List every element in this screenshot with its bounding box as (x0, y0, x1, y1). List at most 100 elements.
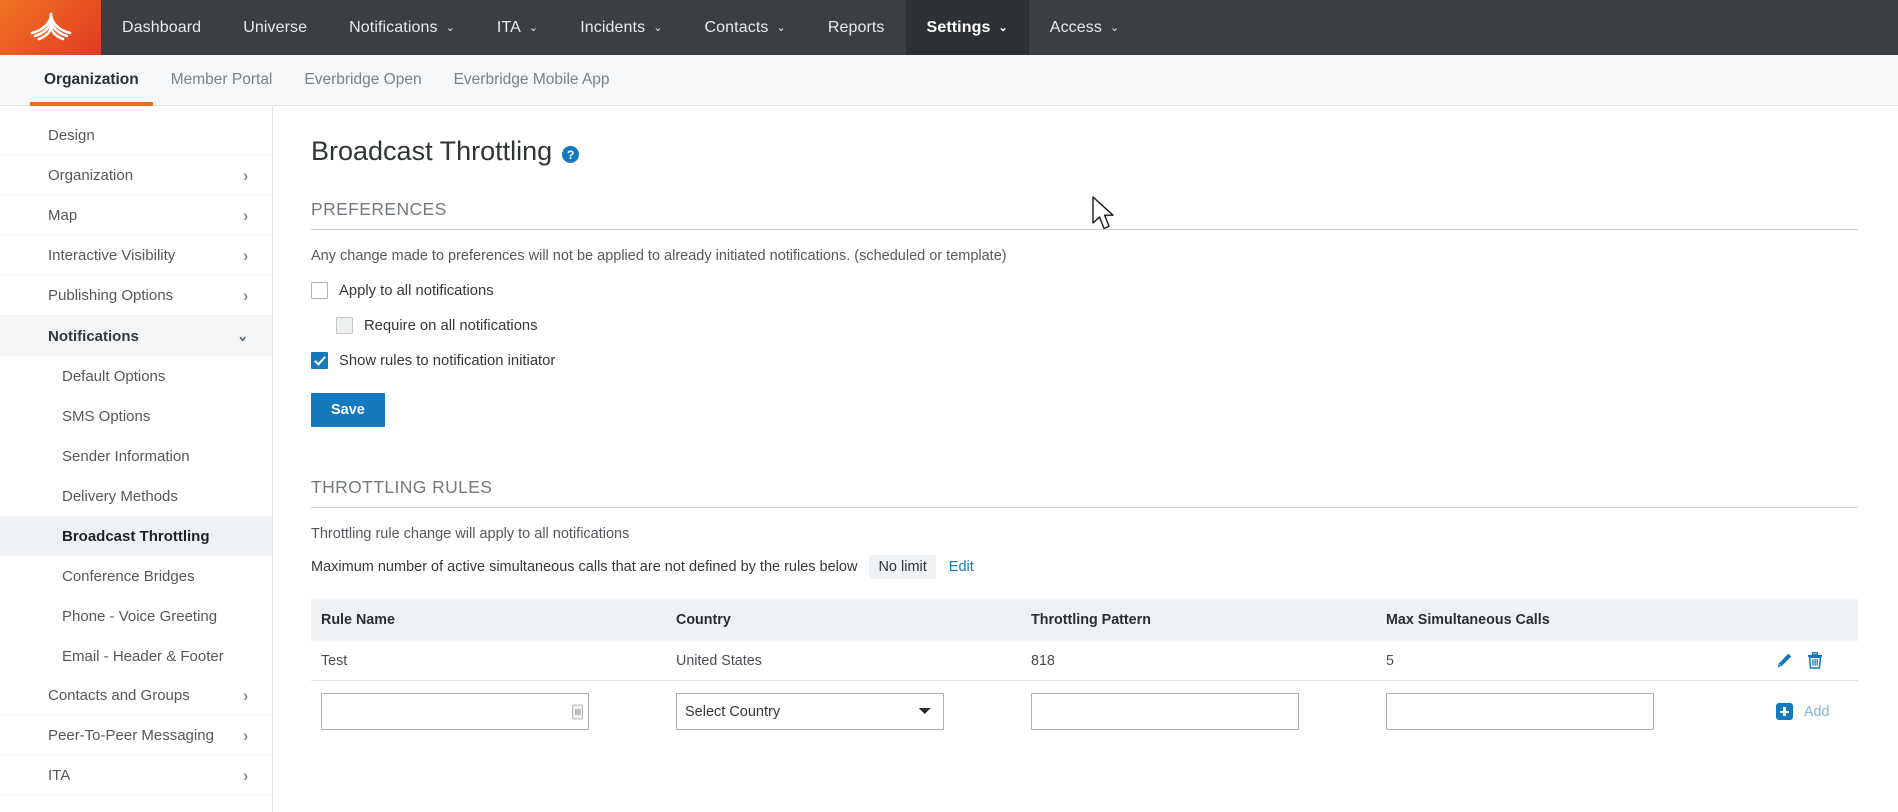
page-title: Broadcast Throttling ? (311, 136, 1858, 167)
nav-item-label: Reports (827, 18, 885, 36)
help-icon[interactable]: ? (562, 146, 580, 163)
sidebar-item-conference-bridges[interactable]: Conference Bridges (0, 556, 272, 596)
sidebar-item-design[interactable]: Design (0, 116, 272, 156)
preferences-checkbox-group: Apply to all notifications Require on all… (311, 282, 1858, 369)
sidebar-item-delivery-methods[interactable]: Delivery Methods (0, 476, 272, 516)
column-header: Rule Name (311, 599, 666, 641)
max-calls-label: Maximum number of active simultaneous ca… (311, 559, 858, 575)
sidebar-item-publishing-options[interactable]: Publishing Options › (0, 276, 272, 316)
sidebar-item-label: Delivery Methods (62, 487, 178, 505)
chevron-right-icon: › (243, 286, 248, 305)
nav-item-label: Contacts (704, 18, 769, 36)
sidebar-item-contacts-and-groups[interactable]: Contacts and Groups › (0, 676, 272, 716)
nav-item-label: Notifications (349, 18, 438, 36)
nav-item-settings[interactable]: Settings ⌄ (905, 0, 1029, 55)
sidebar-item-organization[interactable]: Organization › (0, 156, 272, 196)
sidebar-item-label: Map (48, 207, 78, 224)
sidebar-item-label: Broadcast Throttling (62, 527, 210, 545)
nav-item-dashboard[interactable]: Dashboard (101, 0, 222, 55)
checkbox-require-on-all-notifications[interactable] (336, 317, 353, 334)
sidebar-item-label: Organization (48, 167, 134, 184)
cell-new-country: Select CountryUnited States (666, 681, 1021, 743)
rule-name-input-wrapper (321, 693, 589, 730)
preferences-section-heading: PREFERENCES (311, 199, 1858, 230)
settings-sidebar: Design Organization › Map › Interactive Visib… (0, 106, 273, 812)
cell-pattern: 818 (1021, 641, 1376, 681)
nav-item-ita[interactable]: ITA ⌄ (476, 0, 559, 55)
edit-max-calls-link[interactable]: Edit (949, 559, 974, 575)
max-calls-value: No limit (869, 555, 936, 579)
chevron-right-icon: › (243, 726, 248, 745)
preferences-hint: Any change made to preferences will not … (311, 248, 1007, 264)
sidebar-item-label: Publishing Options (48, 287, 174, 304)
throttling-pattern-input[interactable] (1031, 693, 1299, 730)
sidebar-item-interactive-visibility[interactable]: Interactive Visibility › (0, 236, 272, 276)
nav-item-contacts[interactable]: Contacts ⌄ (684, 0, 807, 55)
sidebar-item-sender-information[interactable]: Sender Information (0, 436, 272, 476)
country-select[interactable]: Select CountryUnited States (676, 693, 944, 730)
tab-organization[interactable]: Organization (28, 55, 155, 106)
tab-member-portal[interactable]: Member Portal (155, 55, 289, 106)
column-header: Max Simultaneous Calls (1376, 599, 1756, 641)
sidebar-item-label: Sender Information (62, 447, 190, 465)
sidebar-item-phone-voice-greeting[interactable]: Phone - Voice Greeting (0, 596, 272, 636)
sub-tab-bar: Organization Member Portal Everbridge Open… (0, 55, 1898, 106)
sidebar-item-sms-options[interactable]: SMS Options (0, 396, 272, 436)
sidebar-item-label: Contacts and Groups (48, 687, 190, 704)
checkbox-apply-to-all-notifications[interactable] (311, 282, 328, 299)
new-rule-row: Select CountryUnited States Add (311, 681, 1858, 743)
chevron-right-icon: › (243, 686, 248, 705)
tab-everbridge-mobile-app[interactable]: Everbridge Mobile App (438, 55, 626, 106)
everbridge-logo[interactable] (0, 0, 101, 55)
throttling-rules-table: Rule Name Country Throttling Pattern Max Si… (311, 599, 1858, 742)
cell-new-pattern (1021, 681, 1376, 743)
column-header-actions (1756, 599, 1858, 641)
add-plus-icon[interactable] (1776, 703, 1793, 720)
max-simultaneous-calls-input[interactable] (1386, 693, 1654, 730)
save-button[interactable]: Save (311, 393, 385, 427)
cell-rule-name: Test (311, 641, 666, 681)
nav-item-universe[interactable]: Universe (222, 0, 328, 55)
nav-item-label: Access (1049, 18, 1102, 36)
sidebar-item-notifications[interactable]: Notifications ⌄ (0, 316, 272, 356)
cell-max-calls: 5 (1376, 641, 1756, 681)
edit-icon[interactable] (1776, 652, 1793, 669)
chevron-down-icon: ⌄ (237, 326, 248, 345)
checkbox-label: Require on all notifications (364, 317, 538, 334)
chevron-right-icon: › (243, 766, 248, 785)
sidebar-item-peer-to-peer-messaging[interactable]: Peer-To-Peer Messaging › (0, 716, 272, 756)
nav-item-access[interactable]: Access ⌄ (1029, 0, 1141, 55)
sidebar-item-label: Peer-To-Peer Messaging (48, 727, 214, 744)
delete-icon[interactable] (1807, 652, 1823, 669)
cell-add-action: Add (1756, 681, 1858, 743)
add-label[interactable]: Add (1804, 704, 1829, 720)
nav-item-incidents[interactable]: Incidents ⌄ (559, 0, 683, 55)
nav-item-label: ITA (496, 18, 521, 36)
checkbox-show-rules-to-notification-initiator[interactable] (311, 352, 328, 369)
sidebar-item-default-options[interactable]: Default Options (0, 356, 272, 396)
table-header: Rule Name Country Throttling Pattern Max Si… (311, 599, 1858, 641)
tab-everbridge-open[interactable]: Everbridge Open (288, 55, 437, 106)
chevron-down-icon: ⌄ (998, 22, 1008, 34)
column-header: Throttling Pattern (1021, 599, 1376, 641)
sidebar-item-broadcast-throttling[interactable]: Broadcast Throttling (0, 516, 272, 556)
add-rule-action[interactable]: Add (1766, 703, 1858, 720)
top-navigation-bar: Dashboard Universe Notifications ⌄ ITA ⌄ Incid… (0, 0, 1898, 55)
nav-item-label: Settings (926, 18, 991, 36)
cell-actions (1756, 641, 1858, 681)
sidebar-item-label: Default Options (62, 367, 166, 385)
nav-item-notifications[interactable]: Notifications ⌄ (328, 0, 476, 55)
checkbox-row: Show rules to notification initiator (311, 352, 1858, 369)
cell-new-rule-name (311, 681, 666, 743)
sidebar-item-email-header-footer[interactable]: Email - Header & Footer (0, 636, 272, 676)
checkbox-row: Apply to all notifications (311, 282, 1858, 299)
sidebar-item-label: Phone - Voice Greeting (62, 607, 218, 625)
rule-name-input[interactable] (321, 693, 589, 730)
throttling-section-heading: THROTTLING RULES (311, 477, 1858, 508)
sidebar-item-ita[interactable]: ITA › (0, 756, 272, 796)
chevron-down-icon: ⌄ (653, 22, 663, 34)
sidebar-item-map[interactable]: Map › (0, 196, 272, 236)
nav-item-reports[interactable]: Reports (807, 0, 906, 55)
sidebar-item-label: Conference Bridges (62, 567, 195, 585)
chevron-down-icon: ⌄ (528, 22, 539, 34)
